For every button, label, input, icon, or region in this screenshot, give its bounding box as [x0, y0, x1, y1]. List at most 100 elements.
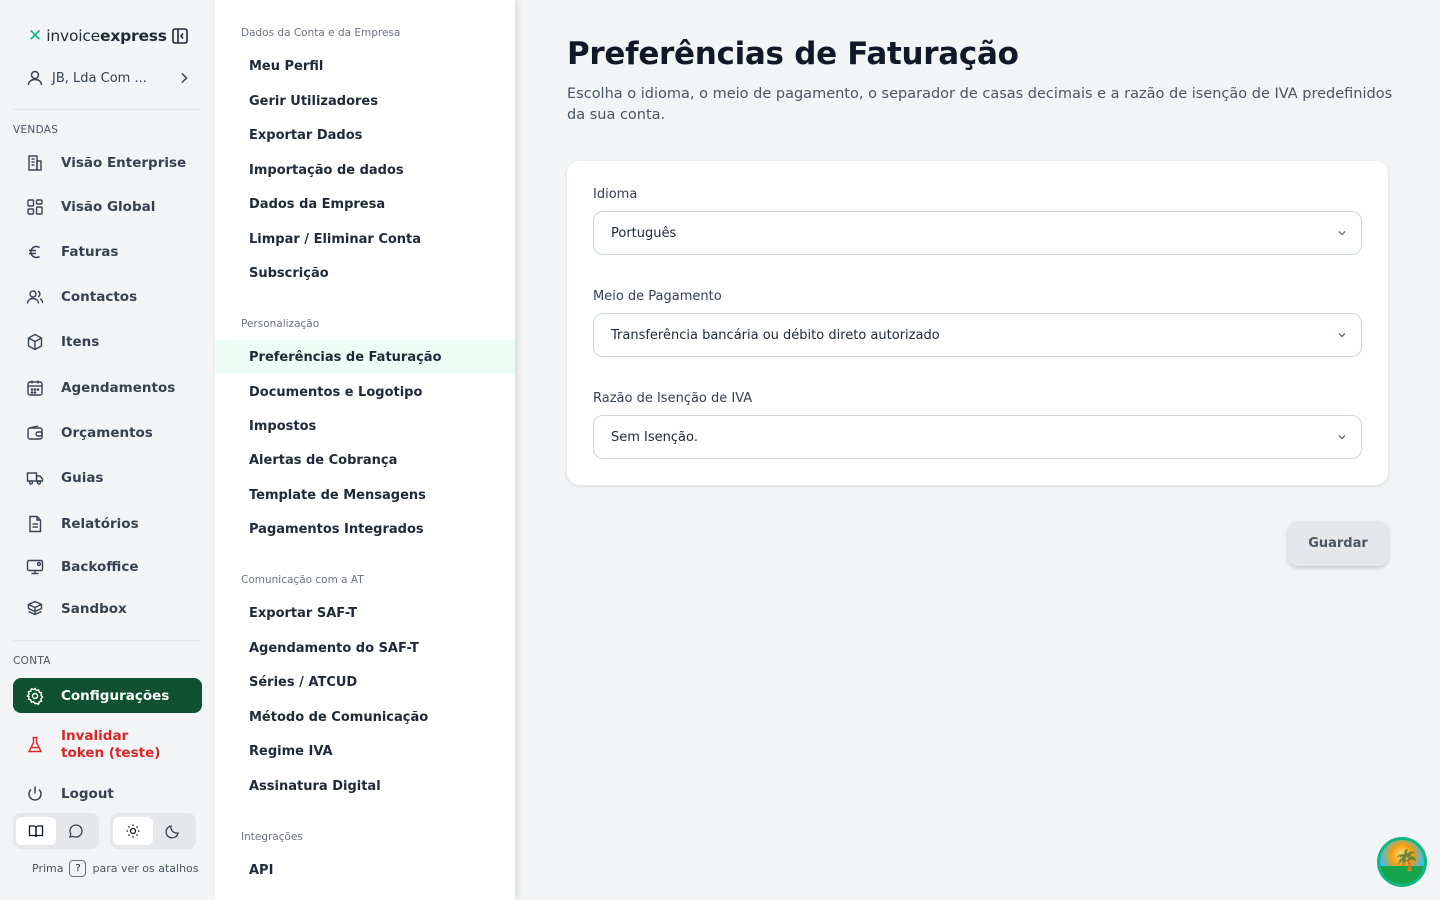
support-avatar[interactable]: 🌴	[1377, 837, 1427, 887]
light-theme-toggle[interactable]	[113, 817, 153, 845]
nav-item-configuracoes[interactable]: Configurações	[13, 678, 202, 713]
submenu-item-metodo-comunicacao[interactable]: Método de Comunicação	[215, 700, 515, 734]
nav-item-sandbox[interactable]: Sandbox	[13, 591, 202, 627]
nav-item-label: Configurações	[61, 687, 170, 704]
nav-item-label: Faturas	[61, 244, 119, 260]
submenu-item-pagamentos-integrados[interactable]: Pagamentos Integrados	[215, 512, 515, 546]
submenu-item-subscricao[interactable]: Subscrição	[215, 256, 515, 290]
submenu-item-impostos[interactable]: Impostos	[215, 409, 515, 443]
chevron-down-icon	[1338, 231, 1346, 236]
submenu-section-title: Personalização	[241, 318, 320, 330]
account-switcher[interactable]: JB, Lda Com ...	[26, 64, 190, 92]
monitor-icon	[26, 559, 44, 575]
account-name: JB, Lda Com ...	[52, 70, 147, 86]
language-label: Idioma	[593, 187, 638, 202]
user-icon	[27, 70, 43, 86]
payment-method-value: Transferência bancária ou débito direto …	[611, 327, 940, 343]
nav-item-label: Invalidar token (teste)	[61, 728, 161, 761]
submenu-item-gerir-utilizadores[interactable]: Gerir Utilizadores	[215, 84, 515, 118]
brand-logo[interactable]: ✕ invoiceexpress	[28, 24, 167, 48]
gear-icon	[26, 686, 44, 705]
nav-item-faturas[interactable]: Faturas	[13, 234, 202, 270]
section-label-sales: VENDAS	[13, 124, 59, 136]
docs-toggle[interactable]	[16, 817, 56, 845]
page-title: Preferências de Faturação	[567, 36, 1019, 72]
collapse-sidebar-icon[interactable]	[171, 27, 189, 45]
submenu-item-dados-empresa[interactable]: Dados da Empresa	[215, 187, 515, 221]
submenu-section-title: Comunicação com a AT	[241, 574, 364, 586]
nav-item-contactos[interactable]: Contactos	[13, 279, 202, 315]
nav-item-visao-global[interactable]: Visão Global	[13, 189, 202, 225]
submenu-item-exportar-dados[interactable]: Exportar Dados	[215, 118, 515, 152]
boxes-icon	[27, 600, 43, 616]
submenu-item-regime-iva[interactable]: Regime IVA	[215, 734, 515, 768]
main-sidebar: ✕ invoiceexpress JB, Lda Com ... VENDAS …	[0, 0, 215, 900]
submenu-item-api[interactable]: API	[215, 853, 515, 887]
nav-item-label: Agendamentos	[61, 380, 176, 396]
vat-exemption-value: Sem Isenção.	[611, 429, 698, 445]
chat-toggle[interactable]	[56, 817, 96, 845]
submenu-item-preferencias-faturacao[interactable]: Preferências de Faturação	[215, 340, 515, 374]
page-description: Escolha o idioma, o meio de pagamento, o…	[567, 86, 1393, 123]
payment-method-label: Meio de Pagamento	[593, 289, 722, 304]
submenu-item-exportar-saft[interactable]: Exportar SAF-T	[215, 596, 515, 630]
nav-item-itens[interactable]: Itens	[13, 324, 202, 360]
nav-item-invalidar-token[interactable]: Invalidar token (teste)	[13, 727, 202, 763]
sidebar-divider	[13, 109, 202, 110]
language-value: Português	[611, 225, 677, 241]
submenu-section-title: Dados da Conta e da Empresa	[241, 27, 401, 39]
chat-bubble-icon	[69, 824, 83, 838]
save-button[interactable]: Guardar	[1288, 521, 1388, 566]
nav-item-backoffice[interactable]: Backoffice	[13, 549, 202, 585]
submenu-item-alertas-cobranca[interactable]: Alertas de Cobrança	[215, 443, 515, 477]
shortcut-key: ?	[69, 860, 87, 877]
nav-item-label: Backoffice	[61, 559, 139, 575]
submenu-item-importacao-dados[interactable]: Importação de dados	[215, 153, 515, 187]
section-label-account: CONTA	[13, 655, 51, 667]
sun-icon	[126, 824, 140, 838]
submenu-section-title: Integrações	[241, 831, 303, 843]
submenu-item-meu-perfil[interactable]: Meu Perfil	[215, 49, 515, 83]
nav-item-relatorios[interactable]: Relatórios	[13, 506, 202, 542]
shortcut-hint-suffix: para ver os atalhos	[92, 862, 199, 875]
moon-icon	[165, 825, 179, 839]
nav-item-label: Visão Enterprise	[61, 155, 187, 171]
calendar-icon	[27, 380, 43, 396]
nav-item-orcamentos[interactable]: Orçamentos	[13, 415, 202, 451]
theme-toggle	[110, 813, 196, 849]
euro-icon	[29, 245, 40, 259]
nav-item-label: Itens	[61, 334, 100, 350]
building-icon	[28, 155, 42, 171]
vat-exemption-select[interactable]: Sem Isenção.	[593, 415, 1362, 459]
nav-item-label: Orçamentos	[61, 425, 153, 441]
nav-item-label: Contactos	[61, 289, 138, 305]
logo-mark-icon: ✕	[28, 26, 43, 46]
truck-icon	[26, 472, 44, 485]
vat-exemption-label: Razão de Isenção de IVA	[593, 391, 753, 406]
nav-item-logout[interactable]: Logout	[13, 776, 202, 812]
nav-item-visao-enterprise[interactable]: Visão Enterprise	[13, 145, 202, 181]
language-select[interactable]: Português	[593, 211, 1362, 255]
nav-item-guias[interactable]: Guias	[13, 460, 202, 496]
chevron-down-icon	[1338, 435, 1346, 440]
report-icon	[29, 515, 42, 533]
nav-item-label: Relatórios	[61, 516, 139, 532]
dark-theme-toggle[interactable]	[153, 817, 193, 845]
nav-item-label: Sandbox	[61, 601, 127, 617]
submenu-item-agendamento-saft[interactable]: Agendamento do SAF-T	[215, 631, 515, 665]
nav-item-label: Guias	[61, 470, 104, 486]
submenu-item-assinatura-digital[interactable]: Assinatura Digital	[215, 769, 515, 803]
dashboard-grid-icon	[27, 199, 43, 215]
flask-icon	[27, 736, 43, 753]
wallet-icon	[27, 425, 43, 440]
settings-submenu: Dados da Conta e da Empresa Meu Perfil G…	[215, 0, 515, 900]
chevron-right-icon	[181, 72, 188, 84]
submenu-item-template-mensagens[interactable]: Template de Mensagens	[215, 478, 515, 512]
nav-item-agendamentos[interactable]: Agendamentos	[13, 370, 202, 406]
submenu-item-limpar-conta[interactable]: Limpar / Eliminar Conta	[215, 222, 515, 256]
payment-method-select[interactable]: Transferência bancária ou débito direto …	[593, 313, 1362, 357]
shortcut-hint: Prima ? para ver os atalhos	[32, 860, 199, 877]
nav-item-label: Logout	[61, 786, 114, 802]
submenu-item-documentos-logotipo[interactable]: Documentos e Logotipo	[215, 375, 515, 409]
submenu-item-series-atcud[interactable]: Séries / ATCUD	[215, 665, 515, 699]
